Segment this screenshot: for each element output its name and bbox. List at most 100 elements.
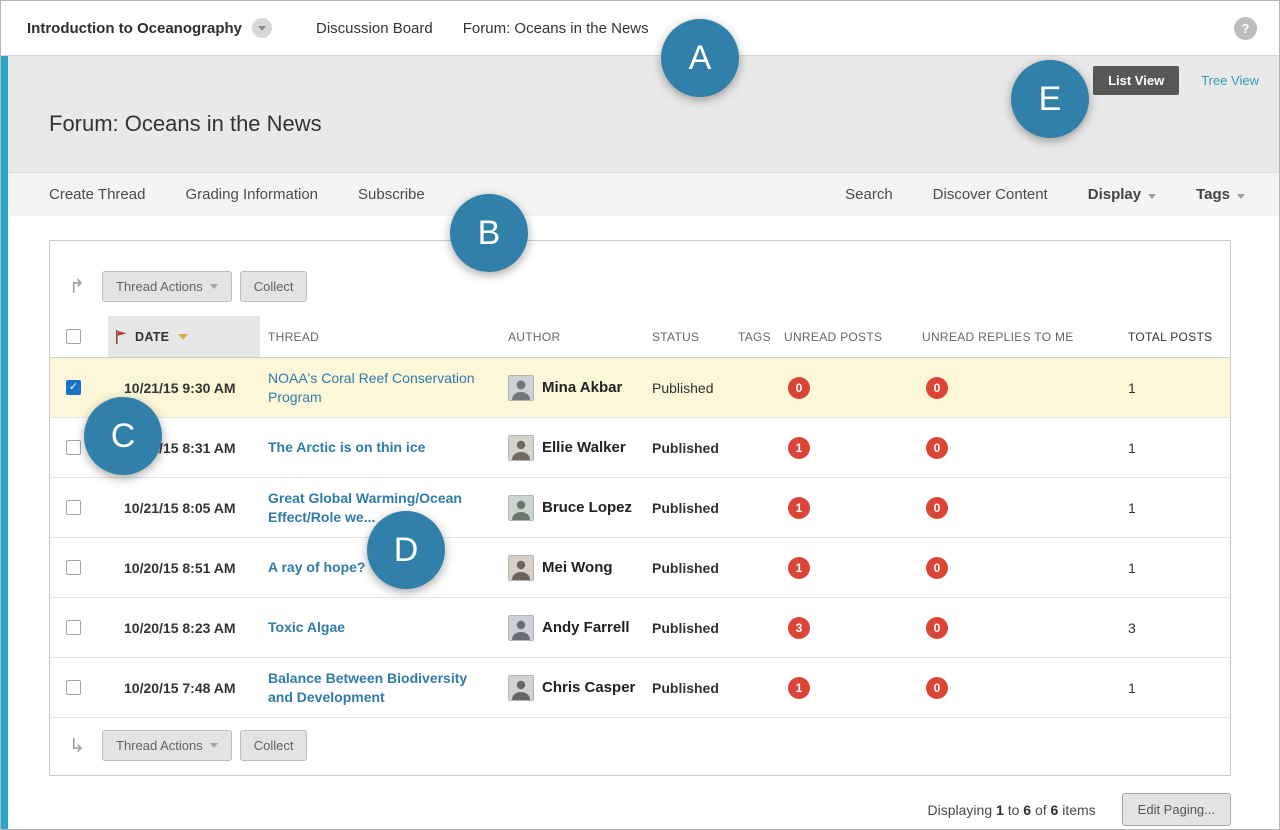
unread-posts-badge[interactable]: 1 (788, 437, 810, 459)
thread-link[interactable]: A ray of hope? (268, 558, 366, 577)
column-header-status[interactable]: STATUS (646, 330, 732, 344)
author-name: Bruce Lopez (542, 499, 632, 516)
grading-information-button[interactable]: Grading Information (185, 186, 318, 203)
thread-row: 10/20/15 8:51 AM A ray of hope? Mei Wong… (50, 538, 1230, 598)
thread-actions-label: Thread Actions (116, 279, 203, 294)
collect-label: Collect (254, 738, 294, 753)
column-header-thread[interactable]: THREAD (260, 330, 500, 344)
unread-replies-badge[interactable]: 0 (926, 377, 948, 399)
tree-view-link[interactable]: Tree View (1201, 73, 1259, 88)
row-checkbox[interactable] (66, 620, 81, 635)
total-posts: 1 (1122, 440, 1218, 456)
callout-c: C (84, 397, 162, 475)
discover-content-button[interactable]: Discover Content (933, 186, 1048, 203)
unread-replies-badge[interactable]: 0 (926, 617, 948, 639)
total-posts: 3 (1122, 620, 1218, 636)
column-header-tags[interactable]: TAGS (732, 330, 780, 344)
chevron-down-icon (1148, 194, 1156, 199)
total-posts: 1 (1122, 680, 1218, 696)
thread-row: 10/20/15 7:48 AM Balance Between Biodive… (50, 658, 1230, 718)
row-checkbox[interactable] (66, 560, 81, 575)
row-checkbox[interactable] (66, 500, 81, 515)
thread-actions-button[interactable]: Thread Actions (102, 271, 232, 302)
apply-to-selected-arrow-icon: ↳ (64, 735, 90, 757)
unread-replies-badge[interactable]: 0 (926, 557, 948, 579)
thread-date: 10/21/15 8:05 AM (108, 500, 260, 516)
callout-d: D (367, 511, 445, 589)
collect-button[interactable]: Collect (240, 730, 308, 761)
column-header-date[interactable]: DATE (108, 316, 260, 357)
thread-link[interactable]: Toxic Algae (268, 618, 345, 637)
thread-status: Published (652, 500, 719, 516)
course-menu-button[interactable] (252, 18, 272, 38)
search-button[interactable]: Search (845, 186, 893, 203)
tags-dropdown[interactable]: Tags (1196, 186, 1245, 203)
column-header-author[interactable]: AUTHOR (500, 330, 646, 344)
collect-button[interactable]: Collect (240, 271, 308, 302)
unread-posts-badge[interactable]: 1 (788, 677, 810, 699)
thread-status: Published (652, 440, 719, 456)
range-start: 1 (996, 802, 1004, 818)
total-posts: 1 (1122, 380, 1218, 396)
bottom-toolbar: ↳ Thread Actions Collect (64, 730, 1216, 761)
thread-status: Published (652, 560, 719, 576)
edit-paging-button[interactable]: Edit Paging... (1122, 793, 1231, 826)
range-end: 6 (1023, 802, 1031, 818)
unread-replies-badge[interactable]: 0 (926, 437, 948, 459)
total-posts: 1 (1122, 500, 1218, 516)
flag-icon (116, 330, 127, 344)
chevron-down-icon (210, 743, 218, 748)
chevron-down-icon (258, 26, 266, 31)
row-checkbox[interactable] (66, 680, 81, 695)
column-header-unread-replies[interactable]: UNREAD REPLIES TO ME (918, 330, 1122, 344)
breadcrumb-forum: Forum: Oceans in the News (463, 20, 649, 37)
display-dropdown-label: Display (1088, 186, 1141, 203)
row-checkbox[interactable] (66, 380, 81, 395)
thread-row: 10/21/15 8:31 AM The Arctic is on thin i… (50, 418, 1230, 478)
unread-posts-badge[interactable]: 1 (788, 557, 810, 579)
author-name: Chris Casper (542, 679, 635, 696)
row-checkbox[interactable] (66, 440, 81, 455)
thread-date: 10/20/15 8:51 AM (108, 560, 260, 576)
create-thread-button[interactable]: Create Thread (49, 186, 145, 203)
list-view-button[interactable]: List View (1093, 66, 1179, 95)
column-header-date-label: DATE (135, 330, 169, 344)
subscribe-button[interactable]: Subscribe (358, 186, 425, 203)
sort-descending-icon (178, 334, 188, 340)
author-name: Ellie Walker (542, 439, 626, 456)
author-avatar (508, 495, 534, 521)
author-name: Andy Farrell (542, 619, 630, 636)
thread-actions-button[interactable]: Thread Actions (102, 730, 232, 761)
displaying-items-text: Displaying 1 to 6 of 6 items (928, 802, 1096, 818)
help-icon[interactable]: ? (1234, 17, 1257, 40)
thread-link[interactable]: Balance Between Biodiversity and Develop… (268, 669, 484, 707)
thread-row: 10/21/15 9:30 AM NOAA's Coral Reef Conse… (50, 358, 1230, 418)
collect-label: Collect (254, 279, 294, 294)
callout-e: E (1011, 60, 1089, 138)
action-bar: Create Thread Grading Information Subscr… (1, 172, 1279, 216)
unread-posts-badge[interactable]: 3 (788, 617, 810, 639)
thread-actions-label: Thread Actions (116, 738, 203, 753)
display-dropdown[interactable]: Display (1088, 186, 1156, 203)
unread-posts-badge[interactable]: 1 (788, 497, 810, 519)
action-bar-right: Search Discover Content Display Tags (845, 186, 1245, 203)
unread-replies-badge[interactable]: 0 (926, 497, 948, 519)
thread-date: 10/20/15 7:48 AM (108, 680, 260, 696)
unread-replies-badge[interactable]: 0 (926, 677, 948, 699)
column-header-total-posts[interactable]: TOTAL POSTS (1122, 330, 1218, 344)
thread-link[interactable]: Great Global Warming/Ocean Effect/Role w… (268, 489, 484, 527)
callout-b: B (450, 194, 528, 272)
callout-a: A (661, 19, 739, 97)
author-name: Mina Akbar (542, 379, 622, 396)
breadcrumb-discussion-board[interactable]: Discussion Board (316, 20, 433, 37)
unread-posts-badge[interactable]: 0 (788, 377, 810, 399)
left-accent-strip (1, 56, 8, 829)
thread-status: Published (652, 380, 714, 396)
column-header-unread-posts[interactable]: UNREAD POSTS (780, 330, 918, 344)
course-title[interactable]: Introduction to Oceanography (27, 20, 242, 37)
select-all-checkbox[interactable] (66, 329, 81, 344)
displaying-word: Displaying (928, 802, 993, 818)
thread-date: 10/20/15 8:23 AM (108, 620, 260, 636)
thread-link[interactable]: The Arctic is on thin ice (268, 438, 425, 457)
thread-link[interactable]: NOAA's Coral Reef Conservation Program (268, 369, 484, 407)
